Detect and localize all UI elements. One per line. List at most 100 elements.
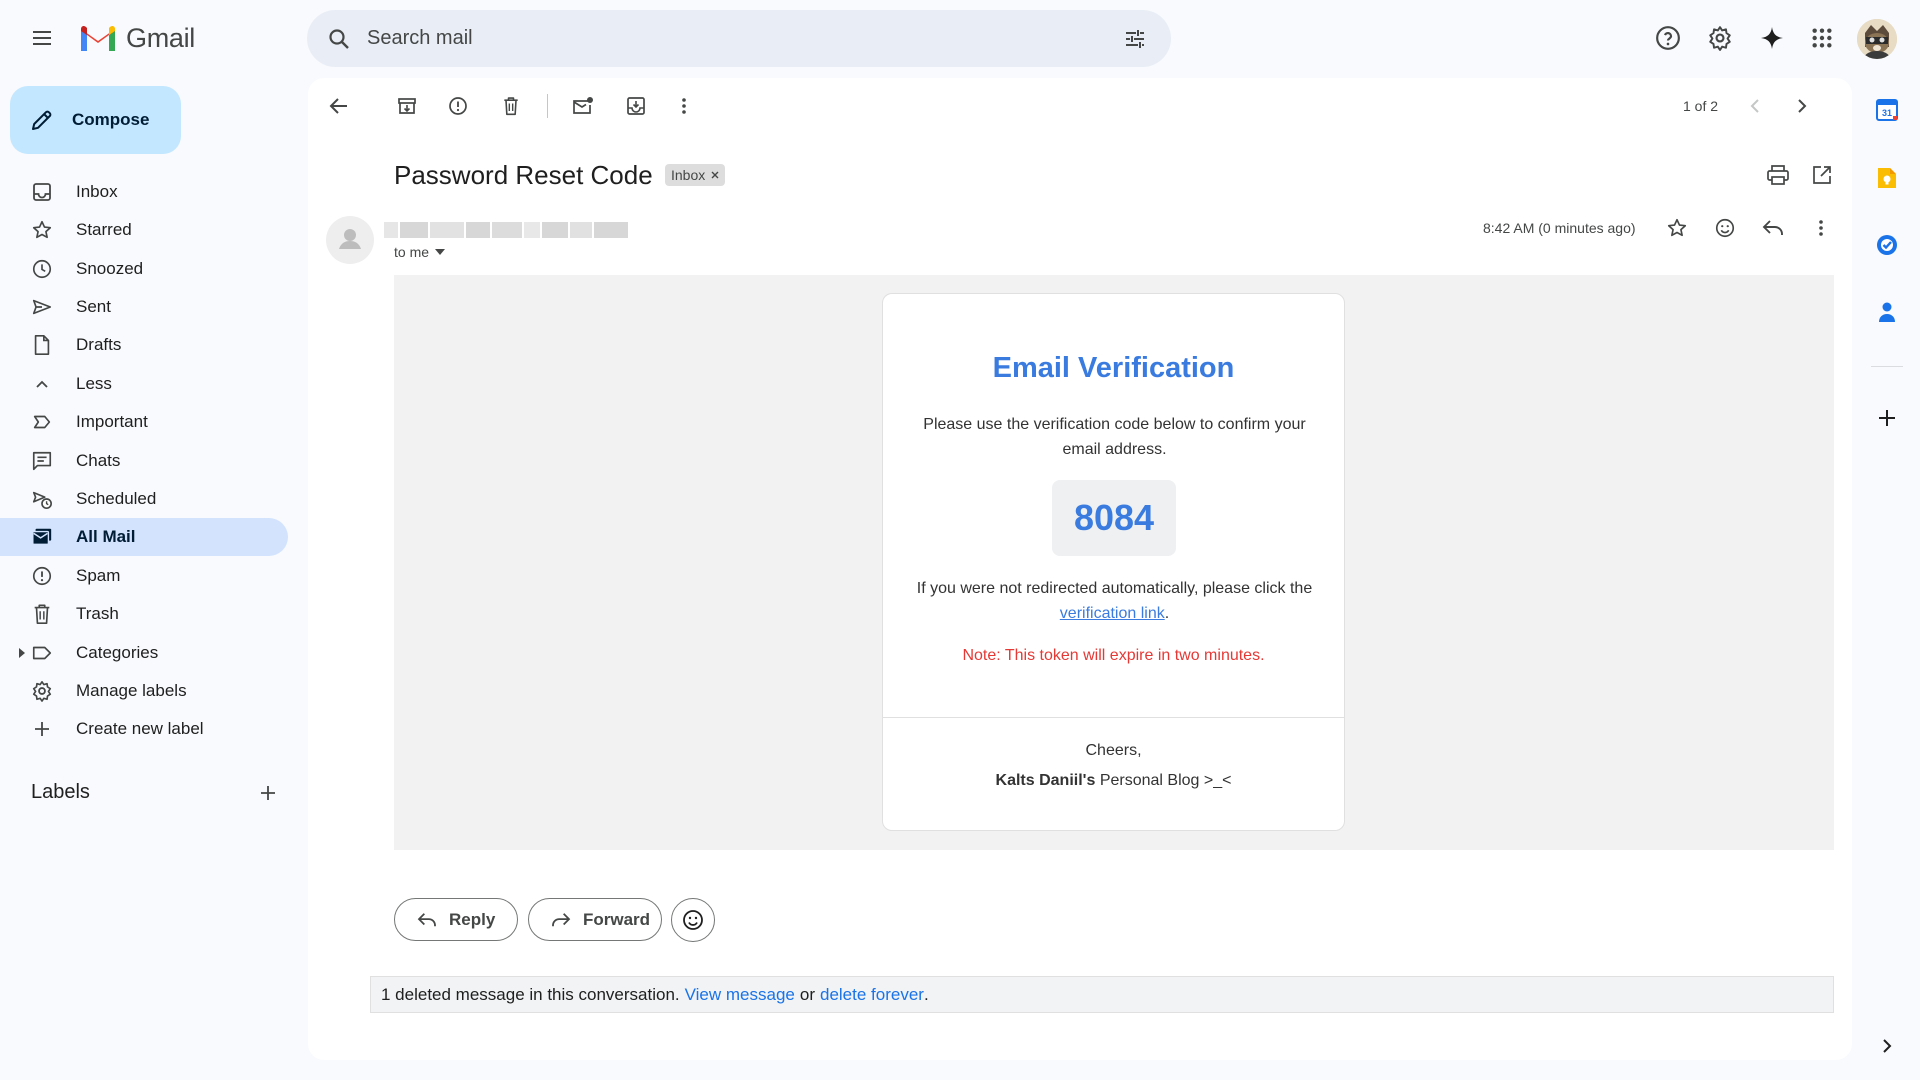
search-options-icon[interactable] xyxy=(1111,15,1159,63)
gear-icon xyxy=(1707,25,1733,51)
verification-title: Email Verification xyxy=(992,352,1235,384)
show-side-panel-button[interactable] xyxy=(1871,1030,1903,1062)
chevron-right-icon xyxy=(1881,1039,1893,1053)
forward-button[interactable]: Forward xyxy=(528,898,662,941)
sidebar-item-label: Inbox xyxy=(76,182,118,201)
reply-icon-button[interactable] xyxy=(1753,208,1793,248)
sidebar-item-scheduled[interactable]: Scheduled xyxy=(0,480,288,518)
sidebar-item-label: Sent xyxy=(76,297,111,316)
sidebar-item-chats[interactable]: Chats xyxy=(0,442,288,480)
more-options-button[interactable] xyxy=(664,86,704,126)
sidebar-item-starred[interactable]: Starred xyxy=(0,211,288,249)
card-divider xyxy=(883,717,1344,718)
print-button[interactable] xyxy=(1758,155,1798,195)
contacts-app-button[interactable] xyxy=(1871,296,1903,328)
sidebar-item-spam[interactable]: Spam xyxy=(0,557,288,595)
sidebar-item-categories[interactable]: Categories xyxy=(0,634,288,672)
sender-avatar[interactable] xyxy=(326,216,374,264)
sidebar-item-label: Important xyxy=(76,412,148,431)
open-in-new-icon xyxy=(1812,165,1832,185)
sidebar-item-create-label[interactable]: Create new label xyxy=(0,710,288,748)
expand-caret-icon[interactable] xyxy=(18,648,26,658)
support-button[interactable] xyxy=(1644,14,1692,62)
spam-icon xyxy=(448,96,468,116)
archive-icon xyxy=(397,96,417,116)
gemini-button[interactable] xyxy=(1748,14,1796,62)
reply-label: Reply xyxy=(449,909,496,929)
star-icon xyxy=(1666,217,1688,239)
keep-app-button[interactable] xyxy=(1871,162,1903,194)
older-button[interactable] xyxy=(1782,86,1822,126)
tasks-app-button[interactable] xyxy=(1871,229,1903,261)
mark-unread-button[interactable] xyxy=(563,86,603,126)
arrow-back-icon xyxy=(329,96,349,116)
trash-icon xyxy=(30,602,54,626)
print-icon xyxy=(1767,165,1789,185)
sidebar-item-label: Manage labels xyxy=(76,681,187,700)
add-reaction-button[interactable] xyxy=(1705,208,1745,248)
sidebar-item-less[interactable]: Less xyxy=(0,365,288,403)
search-icon[interactable] xyxy=(315,15,363,63)
compose-button[interactable]: Compose xyxy=(10,86,181,154)
search-bar[interactable] xyxy=(307,10,1171,67)
move-to-inbox-icon xyxy=(626,96,646,116)
sidebar-item-important[interactable]: Important xyxy=(0,403,288,441)
pencil-icon xyxy=(30,108,54,132)
hamburger-icon xyxy=(30,26,54,50)
view-message-link[interactable]: View message xyxy=(685,985,795,1005)
calendar-app-button[interactable]: 31 xyxy=(1871,94,1903,126)
sender-name-redacted xyxy=(384,222,684,238)
search-input[interactable] xyxy=(367,27,1111,50)
account-avatar[interactable] xyxy=(1857,19,1897,59)
sidebar-item-label: Drafts xyxy=(76,335,122,354)
mark-unread-icon xyxy=(572,96,594,116)
delete-forever-link[interactable]: delete forever xyxy=(820,985,924,1005)
back-button[interactable] xyxy=(319,86,359,126)
sidebar-item-all-mail[interactable]: All Mail xyxy=(0,518,288,556)
gmail-logo[interactable]: Gmail xyxy=(78,20,195,56)
sidebar-item-drafts[interactable]: Drafts xyxy=(0,326,288,364)
sidebar-item-label: Less xyxy=(76,374,112,393)
emoji-icon xyxy=(1714,217,1736,239)
svg-text:31: 31 xyxy=(1882,108,1892,118)
verification-instructions: Please use the verification code below t… xyxy=(923,416,1306,458)
verification-code: 8084 xyxy=(1052,480,1176,556)
star-message-button[interactable] xyxy=(1657,208,1697,248)
settings-button[interactable] xyxy=(1696,14,1744,62)
compose-label: Compose xyxy=(72,110,150,129)
delete-button[interactable] xyxy=(491,86,531,126)
emoji-icon xyxy=(681,908,705,932)
draft-icon xyxy=(30,333,54,357)
deleted-notice-or: or xyxy=(799,984,815,1004)
move-to-button[interactable] xyxy=(616,86,656,126)
sidebar-item-snoozed[interactable]: Snoozed xyxy=(0,250,288,288)
remove-label-icon[interactable] xyxy=(711,171,719,179)
labels-heading: Labels xyxy=(31,781,90,803)
main-menu-button[interactable] xyxy=(18,14,66,62)
report-spam-button[interactable] xyxy=(438,86,478,126)
more-vert-icon xyxy=(1818,219,1824,237)
reply-icon xyxy=(417,912,437,928)
contacts-icon xyxy=(1877,301,1897,323)
inbox-label-chip[interactable]: Inbox xyxy=(665,164,726,186)
google-apps-button[interactable] xyxy=(1798,14,1846,62)
sidebar-item-label: Chats xyxy=(76,451,121,470)
sidebar-item-label: Starred xyxy=(76,220,132,239)
message-more-button[interactable] xyxy=(1801,208,1841,248)
sidebar-item-manage-labels[interactable]: Manage labels xyxy=(0,672,288,710)
get-addons-button[interactable] xyxy=(1871,402,1903,434)
reply-button[interactable]: Reply xyxy=(394,898,518,941)
newer-button[interactable] xyxy=(1735,86,1775,126)
open-new-window-button[interactable] xyxy=(1802,155,1842,195)
sidebar-item-inbox[interactable]: Inbox xyxy=(0,173,288,211)
emoji-reaction-button[interactable] xyxy=(671,898,715,942)
signoff: Cheers, xyxy=(1085,742,1142,759)
recipient-details-toggle[interactable]: to me xyxy=(394,244,446,260)
verification-link[interactable]: verification link xyxy=(1060,605,1165,622)
sidebar-item-trash[interactable]: Trash xyxy=(0,595,288,633)
inbox-icon xyxy=(30,180,54,204)
sidebar-item-sent[interactable]: Sent xyxy=(0,288,288,326)
archive-button[interactable] xyxy=(387,86,427,126)
plus-icon xyxy=(259,784,277,802)
add-label-button[interactable] xyxy=(250,775,286,811)
